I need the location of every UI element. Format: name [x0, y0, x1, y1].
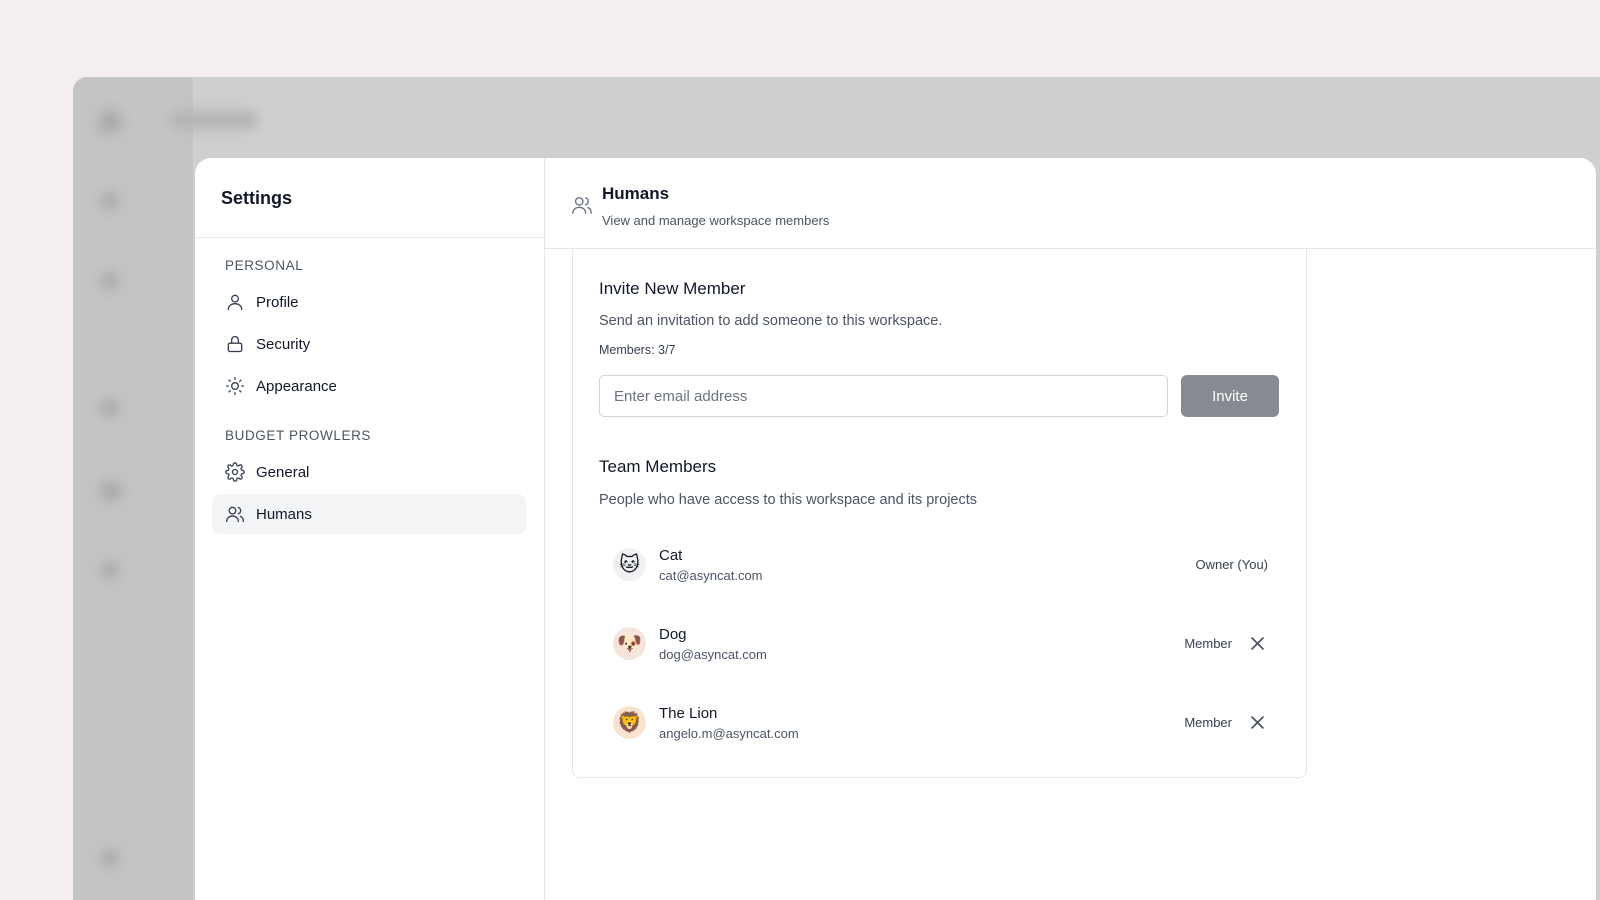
member-email: dog@asyncat.com	[659, 646, 767, 662]
avatar: 🐱	[613, 548, 646, 581]
section-label-budget-prowlers: BUDGET PROWLERS	[225, 428, 372, 443]
sidebar-item-label: Humans	[256, 505, 312, 523]
team-title: Team Members	[599, 457, 717, 476]
invite-title: Invite New Member	[599, 279, 746, 298]
member-email: angelo.m@asyncat.com	[659, 725, 799, 741]
invite-form: Invite	[599, 375, 1280, 417]
users-icon	[225, 504, 245, 524]
gear-icon	[225, 462, 245, 482]
settings-modal: Settings PERSONAL Profile Security Appea…	[195, 158, 1596, 900]
member-name: The Lion	[659, 704, 718, 722]
sun-icon	[225, 376, 245, 396]
member-count: Members: 3/7	[599, 343, 676, 357]
user-icon	[225, 292, 245, 312]
sidebar-item-general[interactable]: General	[212, 452, 526, 492]
remove-member-button[interactable]	[1246, 712, 1268, 734]
settings-title: Settings	[195, 158, 544, 238]
background-logo	[98, 110, 122, 134]
background-title	[171, 111, 257, 129]
member-role: Member	[1184, 636, 1232, 651]
invite-button[interactable]: Invite	[1181, 375, 1279, 417]
remove-member-button[interactable]	[1246, 633, 1268, 655]
page-title: Humans	[602, 184, 670, 203]
member-name: Cat	[659, 546, 683, 564]
member-name: Dog	[659, 625, 687, 643]
sidebar-item-label: Profile	[256, 293, 299, 311]
lock-icon	[225, 334, 245, 354]
members-card: Invite New Member Send an invitation to …	[572, 249, 1307, 778]
background-nav-icon	[101, 192, 119, 210]
background-sidebar	[73, 77, 193, 900]
sidebar-item-label: General	[256, 463, 310, 481]
invite-subtitle: Send an invitation to add someone to thi…	[599, 313, 943, 329]
humans-panel: Humans View and manage workspace members…	[545, 158, 1596, 900]
member-list: 🐱 Cat cat@asyncat.com Owner (You) 🐶 Dog …	[599, 525, 1280, 762]
sidebar-item-label: Security	[256, 335, 311, 353]
team-subtitle: People who have access to this workspace…	[599, 492, 978, 508]
background-nav-icon	[100, 480, 122, 502]
close-icon	[1250, 716, 1264, 729]
list-item: 🐶 Dog dog@asyncat.com Member	[599, 604, 1280, 683]
close-icon	[1250, 637, 1264, 650]
users-icon	[571, 194, 593, 216]
avatar: 🦁	[613, 706, 646, 739]
email-field[interactable]	[599, 375, 1168, 417]
list-item: 🐱 Cat cat@asyncat.com Owner (You)	[599, 525, 1280, 604]
sidebar-item-profile[interactable]: Profile	[212, 282, 526, 322]
member-role: Member	[1184, 715, 1232, 730]
member-email: cat@asyncat.com	[659, 567, 763, 583]
sidebar-item-label: Appearance	[256, 377, 337, 395]
background-nav-icon	[101, 849, 119, 867]
sidebar-item-security[interactable]: Security	[212, 324, 526, 364]
panel-header: Humans View and manage workspace members	[545, 158, 1596, 249]
background-nav-icon	[101, 561, 119, 579]
list-item: 🦁 The Lion angelo.m@asyncat.com Member	[599, 683, 1280, 762]
sidebar-item-humans[interactable]: Humans	[212, 494, 526, 534]
settings-sidebar: Settings PERSONAL Profile Security Appea…	[195, 158, 545, 900]
avatar: 🐶	[613, 627, 646, 660]
page-subtitle: View and manage workspace members	[602, 213, 830, 228]
section-label-personal: PERSONAL	[225, 258, 304, 273]
sidebar-item-appearance[interactable]: Appearance	[212, 366, 526, 406]
background-nav-icon	[101, 399, 119, 417]
background-nav-icon	[101, 272, 119, 290]
member-role: Owner (You)	[1195, 557, 1269, 572]
